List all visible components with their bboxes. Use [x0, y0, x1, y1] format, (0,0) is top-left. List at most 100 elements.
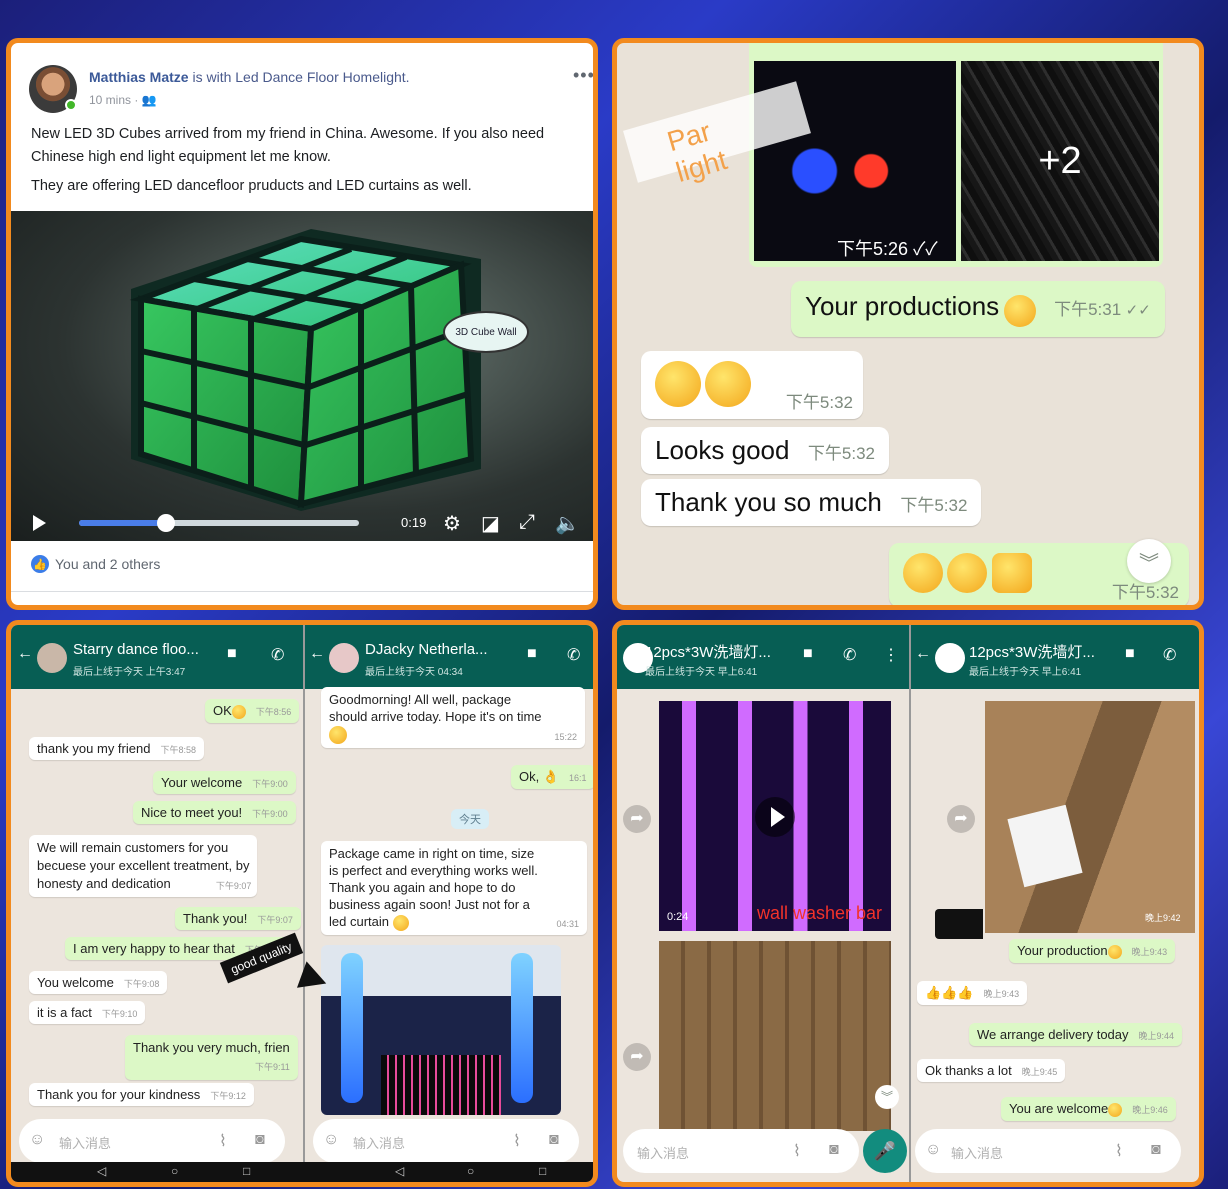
timestamp: 下午5:32 — [785, 393, 853, 412]
message-your-productions[interactable]: Your productions 下午5:31 ✓✓ — [791, 281, 1165, 337]
picture-in-picture-icon[interactable]: ◪ — [481, 511, 500, 536]
play-icon[interactable] — [33, 515, 46, 531]
message-input[interactable]: ☺ 输入消息 ⌇ ◙ — [19, 1119, 285, 1163]
message-out[interactable]: We arrange delivery today 晚上9:44 — [969, 1023, 1183, 1046]
video-call-icon[interactable]: ■ — [227, 645, 237, 663]
message-line: business again soon! Just not for a — [329, 897, 530, 912]
wall-washer-video[interactable]: 0:24 — [659, 701, 891, 931]
boxes-image[interactable] — [659, 941, 891, 1131]
packed-box-image[interactable]: 晚上9:42 — [985, 701, 1195, 933]
video-player[interactable]: 3D Cube Wall 0:19 ⚙ ◪ ⤢ 🔈 — [11, 211, 593, 541]
nav-recents-icon[interactable]: □ — [539, 1164, 546, 1178]
message-out[interactable]: Thank you! 下午9:07 — [175, 907, 301, 930]
message-in[interactable]: Ok thanks a lot 晚上9:45 — [917, 1059, 1066, 1082]
emoji-icon[interactable]: ☺ — [323, 1131, 339, 1149]
laugh-emoji-icon — [392, 914, 409, 931]
message-input[interactable]: ☺ 输入消息 ⌇ ◙ — [313, 1119, 579, 1163]
forward-icon[interactable]: ➦ — [947, 805, 975, 833]
message-out[interactable]: Your welcome 下午9:00 — [153, 771, 296, 794]
message-out[interactable]: You are welcome 晚上9:46 — [1001, 1097, 1176, 1121]
back-arrow-icon[interactable]: ← — [309, 645, 325, 663]
camera-icon[interactable]: ◙ — [1151, 1141, 1161, 1159]
phone-call-icon[interactable]: ✆ — [271, 645, 284, 665]
message-text: Thank you for your kindness — [37, 1087, 201, 1102]
back-arrow-icon[interactable]: ← — [17, 645, 33, 663]
phone-call-icon[interactable]: ✆ — [843, 645, 856, 665]
message-in-multiline[interactable]: Goodmorning! All well, package should arr… — [321, 687, 585, 748]
more-options-icon[interactable]: ••• — [573, 65, 593, 86]
attach-icon[interactable]: ⌇ — [793, 1141, 801, 1161]
message-in[interactable]: thank you my friend 下午8:58 — [29, 737, 204, 760]
image-timestamp: 晚上9:42 — [1145, 913, 1181, 923]
video-call-icon[interactable]: ■ — [527, 645, 537, 663]
contact-name[interactable]: DJacky Netherla... — [365, 641, 488, 658]
attach-icon[interactable]: ⌇ — [1115, 1141, 1123, 1161]
scroll-down-icon[interactable]: ︾ — [875, 1085, 899, 1109]
contact-name[interactable]: 12pcs*3W洗墙灯... — [645, 641, 771, 662]
emoji-icon[interactable]: ☺ — [29, 1131, 45, 1149]
message-text: Ok, — [519, 769, 540, 784]
video-call-icon[interactable]: ■ — [1125, 645, 1135, 663]
message-in[interactable]: it is a fact 下午9:10 — [29, 1001, 146, 1024]
more-images-overlay[interactable]: +2 — [961, 61, 1159, 261]
friends-icon: 👥 — [141, 93, 157, 107]
volume-icon[interactable]: 🔈 — [555, 511, 580, 536]
timestamp: 下午8:58 — [160, 745, 196, 755]
scroll-down-icon[interactable]: ︾ — [1127, 539, 1171, 583]
seek-handle[interactable] — [157, 514, 175, 532]
nav-home-icon[interactable]: ○ — [171, 1164, 178, 1178]
avatar[interactable] — [935, 643, 965, 673]
chat-header-left: 12pcs*3W洗墙灯... 最后上线于今天 早上6:41 ■ ✆ ⋮ — [617, 625, 909, 689]
camera-icon[interactable]: ◙ — [549, 1131, 559, 1149]
settings-gear-icon[interactable]: ⚙ — [443, 511, 461, 536]
message-out[interactable]: Nice to meet you! 下午9:00 — [133, 801, 296, 824]
message-in[interactable]: Thank you for your kindness 下午9:12 — [29, 1083, 254, 1106]
message-smile-emojis[interactable]: 下午5:32 — [641, 351, 863, 419]
video-call-icon[interactable]: ■ — [803, 645, 813, 663]
message-in[interactable]: You welcome 下午9:08 — [29, 971, 168, 994]
led-pillar — [341, 953, 363, 1103]
nav-back-icon[interactable]: ◁ — [395, 1164, 404, 1178]
contact-name[interactable]: Starry dance floo... — [73, 641, 199, 658]
nav-recents-icon[interactable]: □ — [243, 1164, 250, 1178]
message-out[interactable]: Ok, 👌 16:1 — [511, 765, 593, 789]
back-arrow-icon[interactable]: ← — [915, 645, 931, 663]
message-in-multiline[interactable]: Package came in right on time, size is pe… — [321, 841, 587, 935]
nav-home-icon[interactable]: ○ — [467, 1164, 474, 1178]
led-cube-image — [129, 229, 481, 511]
avatar[interactable] — [37, 643, 67, 673]
message-in[interactable]: 👍👍👍 晚上9:43 — [917, 981, 1028, 1005]
message-line: is perfect and everything works well. — [329, 863, 538, 878]
phone-call-icon[interactable]: ✆ — [1163, 645, 1176, 665]
nav-back-icon[interactable]: ◁ — [97, 1164, 106, 1178]
forward-icon[interactable]: ➦ — [623, 805, 651, 833]
message-input[interactable]: ☺ 输入消息 ⌇ ◙ — [915, 1129, 1181, 1173]
contact-name[interactable]: 12pcs*3W洗墙灯... — [969, 641, 1095, 662]
emoji-icon[interactable]: ☺ — [925, 1141, 941, 1159]
attach-icon[interactable]: ⌇ — [219, 1131, 227, 1151]
phone-call-icon[interactable]: ✆ — [567, 645, 580, 665]
message-ok[interactable]: OK 下午8:56 — [205, 699, 300, 723]
message-thank-you[interactable]: Thank you so much 下午5:32 — [641, 479, 982, 526]
seek-progress — [79, 520, 167, 526]
message-line: should arrive today. Hope it's on time — [329, 709, 542, 724]
camera-icon[interactable]: ◙ — [829, 1141, 839, 1159]
avatar[interactable] — [329, 643, 359, 673]
dj-booth-image[interactable] — [321, 945, 561, 1115]
fullscreen-icon[interactable]: ⤢ — [519, 511, 535, 534]
author-name[interactable]: Matthias Matze — [89, 69, 189, 85]
forward-icon[interactable]: ➦ — [623, 1043, 651, 1071]
timestamp: 下午5:32 — [807, 444, 875, 463]
reactions[interactable]: 👍 You and 2 others — [31, 555, 160, 573]
post-author[interactable]: Matthias Matze is with Led Dance Floor H… — [89, 69, 410, 85]
camera-icon[interactable]: ◙ — [255, 1131, 265, 1149]
message-input[interactable]: 输入消息 ⌇ ◙ — [623, 1129, 859, 1173]
message-looks-good[interactable]: Looks good 下午5:32 — [641, 427, 889, 474]
smile-emoji-icon — [231, 704, 246, 719]
message-out[interactable]: Thank you very much, frien 下午9:11 — [125, 1035, 298, 1080]
message-out[interactable]: Your production 晚上9:43 — [1009, 939, 1176, 963]
message-in-multiline[interactable]: We will remain customers for you becuese … — [29, 835, 258, 897]
attach-icon[interactable]: ⌇ — [513, 1131, 521, 1151]
mic-button[interactable]: 🎤 — [863, 1129, 907, 1173]
more-options-icon[interactable]: ⋮ — [883, 645, 899, 665]
